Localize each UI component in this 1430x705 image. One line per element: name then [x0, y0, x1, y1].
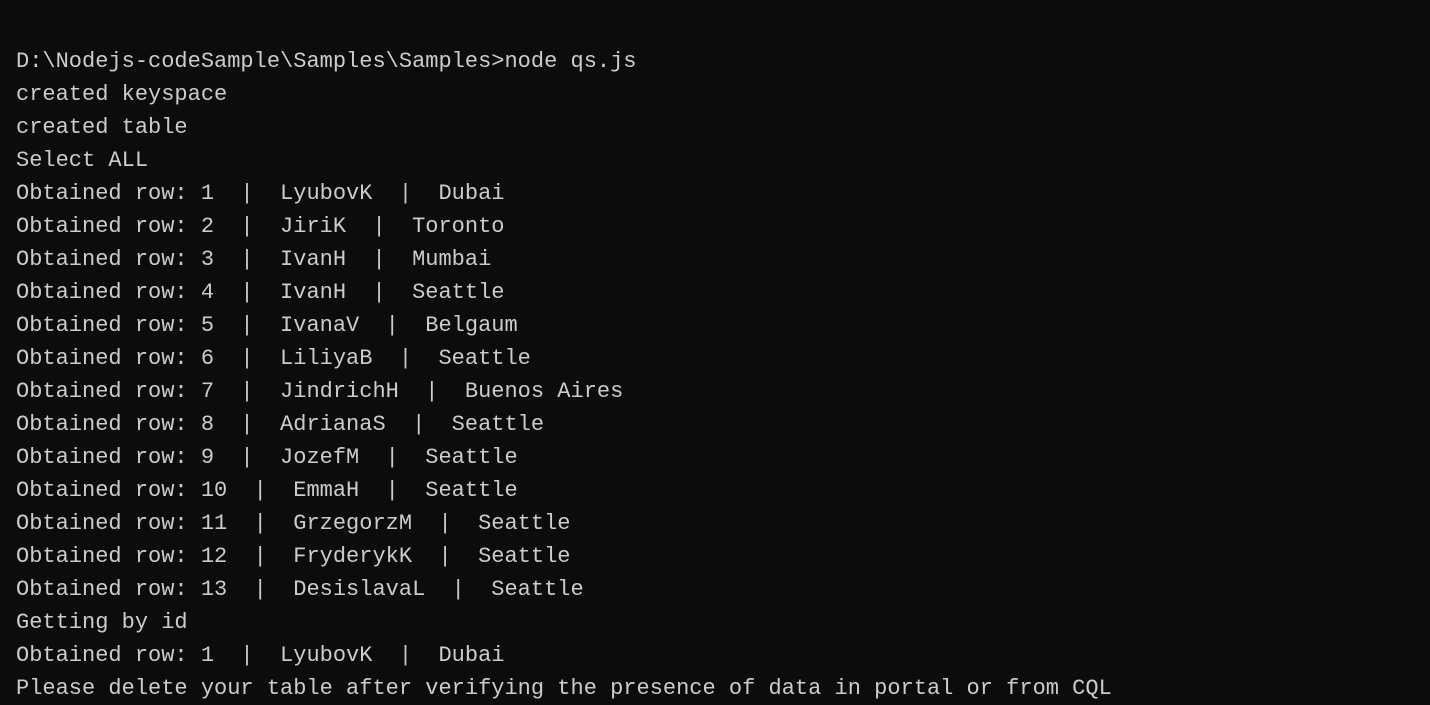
- terminal-line-0: D:\Nodejs-codeSample\Samples\Samples>nod…: [16, 45, 1414, 78]
- terminal-line-12: Obtained row: 9 | JozefM | Seattle: [16, 441, 1414, 474]
- terminal-line-15: Obtained row: 12 | FryderykK | Seattle: [16, 540, 1414, 573]
- terminal-line-13: Obtained row: 10 | EmmaH | Seattle: [16, 474, 1414, 507]
- terminal-line-2: created table: [16, 111, 1414, 144]
- terminal-line-4: Obtained row: 1 | LyubovK | Dubai: [16, 177, 1414, 210]
- terminal-line-1: created keyspace: [16, 78, 1414, 111]
- terminal-line-11: Obtained row: 8 | AdrianaS | Seattle: [16, 408, 1414, 441]
- terminal-line-18: Obtained row: 1 | LyubovK | Dubai: [16, 639, 1414, 672]
- terminal-line-14: Obtained row: 11 | GrzegorzM | Seattle: [16, 507, 1414, 540]
- terminal-line-16: Obtained row: 13 | DesislavaL | Seattle: [16, 573, 1414, 606]
- terminal-line-3: Select ALL: [16, 144, 1414, 177]
- terminal-window[interactable]: D:\Nodejs-codeSample\Samples\Samples>nod…: [0, 0, 1430, 666]
- terminal-line-17: Getting by id: [16, 606, 1414, 639]
- terminal-line-10: Obtained row: 7 | JindrichH | Buenos Air…: [16, 375, 1414, 408]
- terminal-line-19: Please delete your table after verifying…: [16, 672, 1414, 705]
- terminal-line-5: Obtained row: 2 | JiriK | Toronto: [16, 210, 1414, 243]
- terminal-line-6: Obtained row: 3 | IvanH | Mumbai: [16, 243, 1414, 276]
- terminal-line-8: Obtained row: 5 | IvanaV | Belgaum: [16, 309, 1414, 342]
- terminal-line-7: Obtained row: 4 | IvanH | Seattle: [16, 276, 1414, 309]
- terminal-line-9: Obtained row: 6 | LiliyaB | Seattle: [16, 342, 1414, 375]
